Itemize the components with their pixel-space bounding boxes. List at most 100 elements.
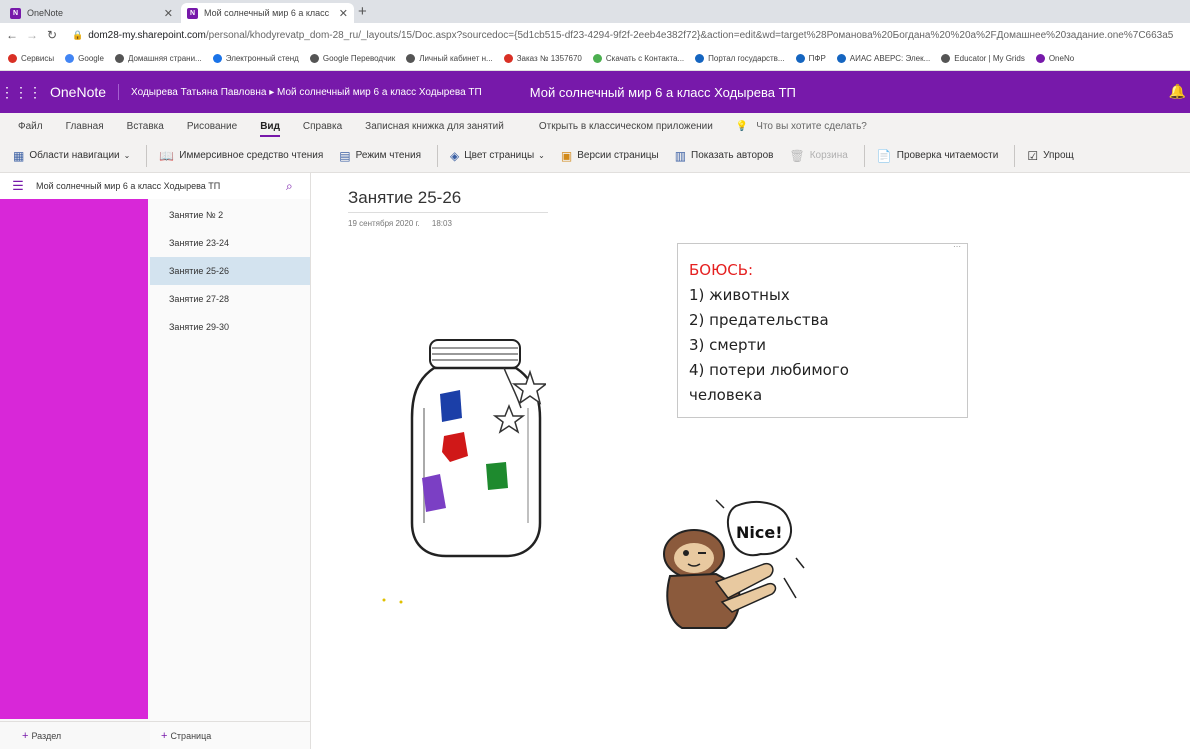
simplify-label: Упрощ [1043, 150, 1074, 161]
bookmark-label: Портал государств... [708, 54, 785, 63]
ribbon-toolbar: ▦ Области навигации ⌄ 📖 Иммерсивное сред… [0, 139, 1190, 173]
bookmark-item[interactable]: Скачать с Контакта... [592, 54, 685, 63]
chevron-down-icon: ⌄ [123, 151, 131, 160]
app-name[interactable]: OneNote [50, 84, 120, 100]
tab-draw[interactable]: Рисование [187, 121, 237, 132]
add-section-button[interactable]: + Раздел [0, 721, 150, 749]
forward-icon[interactable]: → [24, 28, 40, 42]
immersive-reader-button[interactable]: 📖 Иммерсивное средство чтения [159, 149, 323, 163]
decorative-dots [382, 598, 403, 604]
tab-view[interactable]: Вид [260, 121, 280, 137]
page-item[interactable]: Занятие № 2 [150, 201, 310, 229]
drag-handle-icon[interactable]: ⋯ [953, 242, 961, 251]
checkbox-icon: ☑ [1027, 148, 1039, 163]
browser-tab-notebook[interactable]: N Мой солнечный мир 6 а класс ✕ [181, 3, 354, 23]
note-line[interactable]: 4) потери любимого [689, 358, 956, 383]
close-icon[interactable]: ✕ [339, 7, 348, 20]
tab-file[interactable]: Файл [18, 121, 43, 132]
page-item[interactable]: Занятие 29-30 [150, 313, 310, 341]
bell-icon[interactable]: 🔔 [1169, 83, 1186, 100]
page-title[interactable]: Занятие 25-26 [348, 188, 548, 213]
note-line[interactable]: человека [689, 383, 956, 408]
bookmark-item[interactable]: Личный кабинет н... [406, 54, 493, 63]
bookmark-icon [695, 54, 705, 63]
url-path: /personal/khodyrevatp_dom-28_ru/_layouts… [205, 29, 1174, 41]
bookmark-item[interactable]: АИАС АВЕРС: Элек... [836, 54, 931, 63]
page-canvas[interactable]: Занятие 25-26 19 сентября 2020 г. 18:03 … [311, 173, 1190, 749]
browser-tab-onenote[interactable]: N OneNote ✕ [4, 3, 179, 23]
browser-tab-strip: N OneNote ✕ N Мой солнечный мир 6 а клас… [0, 0, 1190, 23]
page-date: 19 сентября 2020 г. [348, 219, 420, 228]
page-versions-icon: ▣ [560, 148, 573, 163]
note-container[interactable]: ⋯ БОЮСЬ: 1) животных 2) предательства 3)… [677, 242, 968, 418]
new-tab-button[interactable]: + [358, 3, 367, 21]
simplify-ribbon-button[interactable]: ☑ Упрощ [1027, 149, 1073, 163]
tell-me-search[interactable]: 💡 Что вы хотите сделать? [736, 121, 867, 132]
bookmark-item[interactable]: Google [65, 54, 104, 63]
sloth-sticker-image[interactable]: Nice! [656, 498, 806, 633]
recycle-bin-label: Корзина [809, 150, 848, 161]
url-host: dom28-my.sharepoint.com [88, 29, 206, 41]
trash-icon: 🗑 [789, 148, 805, 163]
reading-mode-label: Режим чтения [355, 150, 422, 161]
show-authors-button[interactable]: ▥ Показать авторов [675, 149, 774, 163]
close-icon[interactable]: ✕ [164, 7, 173, 20]
note-line[interactable]: 3) смерти [689, 333, 956, 358]
bookmark-item[interactable]: Google Переводчик [309, 54, 395, 63]
bookmark-item[interactable]: Портал государств... [695, 54, 785, 63]
divider [1014, 144, 1016, 167]
add-page-button[interactable]: + Страница [150, 721, 311, 749]
tab-class-notebook[interactable]: Записная книжка для занятий [365, 121, 504, 132]
address-bar: ← → ↻ 🔒 dom28-my.sharepoint.com/personal/… [0, 23, 1190, 47]
bookmark-item[interactable]: OneNo [1035, 54, 1075, 63]
app-header: ⋮⋮⋮ OneNote Ходырева Татьяна Павловна ▸ … [0, 71, 1190, 113]
open-in-desktop-app-link[interactable]: Открыть в классическом приложении [539, 121, 713, 132]
breadcrumb[interactable]: Ходырева Татьяна Павловна ▸ Мой солнечны… [131, 87, 482, 98]
bookmark-icon [8, 54, 17, 63]
page-color-button[interactable]: ◈ Цвет страницы ⌄ [450, 149, 545, 163]
lightbulb-icon: 💡 [735, 120, 749, 132]
reload-icon[interactable]: ↻ [44, 28, 60, 42]
recycle-bin-button[interactable]: 🗑 Корзина [789, 149, 847, 163]
page-timestamp: 19 сентября 2020 г. 18:03 [348, 219, 462, 228]
add-page-label: Страница [170, 730, 212, 741]
app-launcher-icon[interactable]: ⋮⋮⋮ [0, 84, 42, 101]
hamburger-menu-icon[interactable]: ☰ [0, 178, 36, 194]
page-item[interactable]: Занятие 27-28 [150, 285, 310, 313]
bookmark-item[interactable]: Educator | My Grids [941, 54, 1025, 63]
divider [146, 144, 148, 167]
plus-icon: + [22, 729, 29, 742]
bookmark-icon [406, 54, 416, 63]
back-icon[interactable]: ← [4, 28, 20, 42]
bookmark-item[interactable]: Домашняя страни... [114, 54, 202, 63]
notebook-name[interactable]: Мой солнечный мир 6 а класс Ходырева ТП [36, 181, 286, 191]
bookmark-label: ПФР [808, 54, 826, 63]
bookmark-item[interactable]: Электронный стенд [212, 54, 299, 63]
note-line[interactable]: 2) предательства [689, 308, 956, 333]
navigation-panes-button[interactable]: ▦ Области навигации ⌄ [13, 149, 130, 163]
note-line[interactable]: 1) животных [689, 283, 956, 308]
jar-image[interactable] [406, 338, 546, 563]
bookmark-item[interactable]: ПФР [795, 54, 826, 63]
tab-insert[interactable]: Вставка [127, 121, 164, 132]
page-item-active[interactable]: Занятие 25-26 [150, 257, 310, 285]
bookmark-label: АИАС АВЕРС: Элек... [849, 54, 931, 63]
page-versions-button[interactable]: ▣ Версии страницы [561, 149, 659, 163]
reading-mode-button[interactable]: ▤ Режим чтения [339, 149, 421, 163]
bookmark-icon [503, 54, 513, 63]
bookmark-icon [212, 54, 222, 63]
document-title: Мой солнечный мир 6 а класс Ходырева ТП [529, 84, 796, 100]
tab-help[interactable]: Справка [303, 121, 342, 132]
url-field[interactable]: 🔒 dom28-my.sharepoint.com/personal/khodyr… [72, 30, 1190, 41]
bookmark-item[interactable]: Сервисы [8, 54, 54, 63]
note-heading[interactable]: БОЮСЬ: [689, 258, 956, 283]
accessibility-checker-button[interactable]: 📄 Проверка читаемости [877, 149, 999, 163]
search-icon[interactable]: ⌕ [286, 179, 310, 194]
page-item[interactable]: Занятие 23-24 [150, 229, 310, 257]
bookmark-label: OneNo [1048, 54, 1075, 63]
tab-home[interactable]: Главная [66, 121, 104, 132]
bookmark-label: Скачать с Контакта... [605, 54, 685, 63]
bookmark-item[interactable]: Заказ № 1357670 [503, 54, 582, 63]
section-tab[interactable] [0, 199, 148, 719]
bookmark-icon [592, 54, 602, 63]
